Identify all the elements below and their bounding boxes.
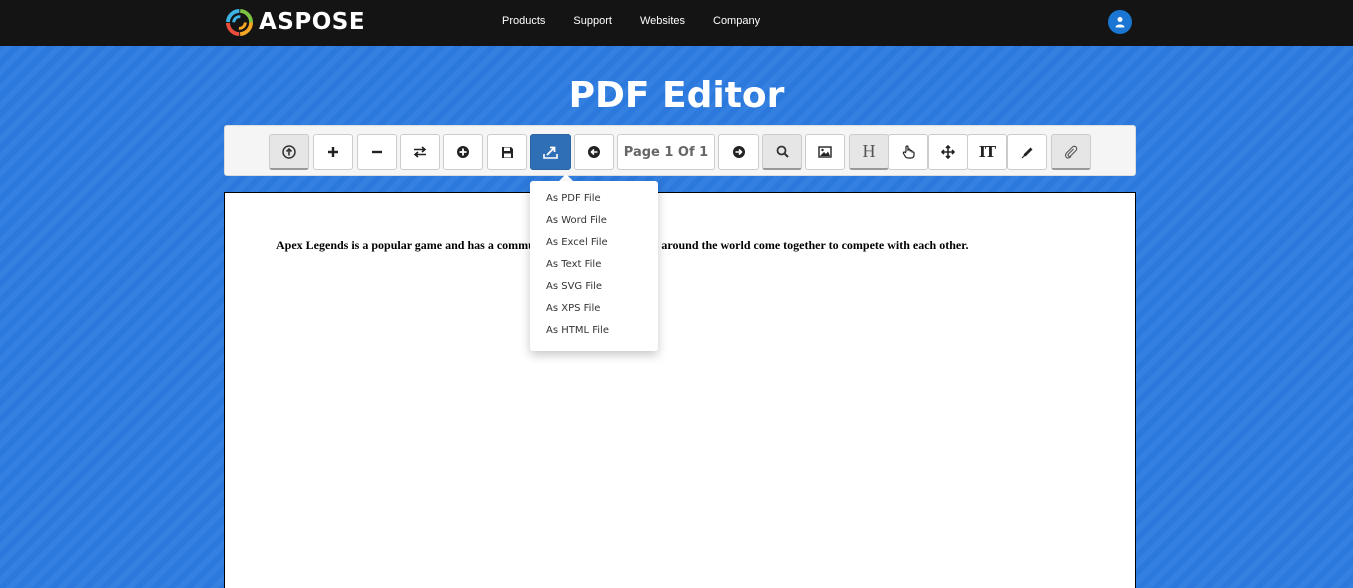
heading-button[interactable]: H <box>849 134 889 170</box>
search-button[interactable] <box>762 134 802 170</box>
export-as-excel[interactable]: As Excel File <box>530 237 658 259</box>
zoom-in-button[interactable] <box>313 134 353 170</box>
attach-button[interactable] <box>1051 134 1091 170</box>
user-icon <box>1115 17 1125 28</box>
minus-icon <box>372 150 382 154</box>
upload-button[interactable] <box>269 134 309 170</box>
user-account-button[interactable] <box>1108 10 1132 34</box>
aspose-logo[interactable]: ASPOSE <box>226 8 365 36</box>
pencil-icon <box>1021 147 1032 158</box>
nav-products[interactable]: Products <box>502 15 545 27</box>
export-as-text[interactable]: As Text File <box>530 259 658 281</box>
previous-page-button[interactable] <box>574 134 614 170</box>
exchange-icon <box>413 146 427 158</box>
nav-websites[interactable]: Websites <box>640 15 685 27</box>
floppy-disk-icon <box>501 146 513 158</box>
zoom-out-button[interactable] <box>357 134 397 170</box>
pointer-button[interactable] <box>888 134 928 170</box>
search-icon <box>776 145 789 158</box>
image-icon <box>818 146 832 158</box>
draw-button[interactable] <box>1007 134 1047 170</box>
export-as-pdf[interactable]: As PDF File <box>530 193 658 215</box>
nav-support[interactable]: Support <box>573 15 612 27</box>
main-nav: Products Support Websites Company <box>502 15 788 27</box>
aspose-swirl-icon <box>226 8 253 36</box>
heading-icon: H <box>862 141 876 161</box>
insert-image-button[interactable] <box>805 134 845 170</box>
hand-pointer-icon <box>902 145 915 159</box>
brand-name: ASPOSE <box>259 9 366 35</box>
export-as-svg[interactable]: As SVG File <box>530 281 658 303</box>
export-as-html[interactable]: As HTML File <box>530 325 658 347</box>
paperclip-icon <box>1064 145 1078 159</box>
export-button[interactable] <box>530 134 571 170</box>
export-as-word[interactable]: As Word File <box>530 215 658 237</box>
arrow-circle-right-icon <box>732 146 745 158</box>
move-button[interactable] <box>928 134 968 170</box>
export-dropdown-menu: As PDF File As Word File As Excel File A… <box>530 181 658 351</box>
page-indicator: Page 1 Of 1 <box>617 134 715 170</box>
text-cursor-icon: IT <box>978 143 996 161</box>
plus-circle-icon <box>457 146 469 158</box>
nav-company[interactable]: Company <box>713 15 760 27</box>
text-button[interactable]: IT <box>967 134 1007 170</box>
arrow-circle-left-icon <box>588 146 600 158</box>
page-title: PDF Editor <box>568 75 785 116</box>
add-page-button[interactable] <box>443 134 483 170</box>
next-page-button[interactable] <box>718 134 759 170</box>
save-button[interactable] <box>487 134 527 170</box>
pdf-document-canvas[interactable]: Apex Legends is a popular game and has a… <box>224 192 1136 588</box>
plus-icon <box>328 147 338 157</box>
editor-toolbar: Page 1 Of 1 H IT <box>224 125 1136 176</box>
move-arrows-icon <box>941 145 955 159</box>
upload-circle-icon <box>282 144 296 159</box>
export-icon <box>543 146 558 159</box>
export-as-xps[interactable]: As XPS File <box>530 303 658 325</box>
top-navbar: ASPOSE Products Support Websites Company <box>0 0 1353 46</box>
document-text[interactable]: Apex Legends is a popular game and has a… <box>276 238 1076 253</box>
swap-button[interactable] <box>400 134 440 170</box>
page-indicator-text: Page 1 Of 1 <box>623 144 709 160</box>
